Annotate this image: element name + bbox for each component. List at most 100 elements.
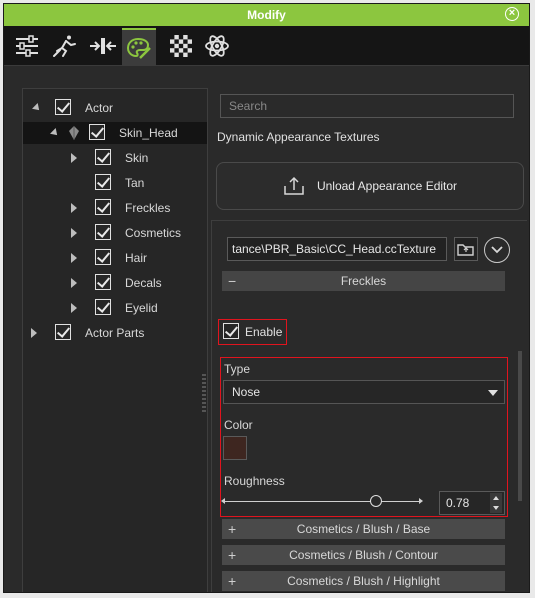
tree-item-label: Tan [125, 176, 145, 190]
expand-arrow-icon[interactable] [71, 228, 77, 238]
appearance-panel: Search Dynamic Appearance Textures Unloa… [209, 82, 527, 592]
tree-item-label: Hair [125, 251, 148, 265]
type-select[interactable]: Nose [223, 380, 505, 404]
roughness-slider-thumb[interactable] [370, 495, 383, 507]
appearance-tab[interactable] [122, 28, 156, 66]
tree-item-label: Decals [125, 276, 162, 290]
upload-icon [284, 176, 304, 195]
tree-item-actor-parts[interactable]: Actor Parts [23, 322, 207, 344]
align-arrows-icon [90, 38, 116, 54]
group-header[interactable]: + Cosmetics / Blush / Highlight [222, 571, 505, 591]
scene-tree: Actor Skin_Head Skin Tan Freckles Cosmet… [22, 88, 208, 592]
increment-icon[interactable] [490, 493, 502, 503]
group-title: Cosmetics / Blush / Highlight [287, 574, 440, 588]
motion-tab[interactable] [48, 30, 82, 62]
tree-item-label: Cosmetics [125, 226, 182, 240]
toolbar [4, 26, 529, 66]
window-title: Modify [247, 8, 286, 22]
section-title: Dynamic Appearance Textures [217, 130, 380, 144]
tan-checkbox[interactable] [95, 174, 111, 190]
group-title: Freckles [340, 274, 387, 288]
color-swatch[interactable] [223, 436, 247, 460]
align-tab[interactable] [86, 30, 120, 62]
color-label: Color [224, 418, 253, 432]
collapse-arrow-icon[interactable] [50, 128, 60, 138]
tree-item-hair[interactable]: Hair [23, 247, 207, 269]
roughness-spinbox[interactable]: 0.78 [439, 491, 505, 515]
skin-head-checkbox[interactable] [89, 124, 105, 140]
hair-checkbox[interactable] [95, 249, 111, 265]
collapse-icon: − [228, 273, 237, 289]
group-header[interactable]: + Cosmetics / Blush / Base [222, 519, 505, 539]
skin-checkbox[interactable] [95, 149, 111, 165]
expand-plus-icon: + [228, 573, 237, 589]
expand-arrow-icon[interactable] [71, 203, 77, 213]
close-icon[interactable]: × [505, 7, 519, 21]
tree-item-label: Eyelid [125, 301, 158, 315]
type-label: Type [224, 362, 251, 376]
motion-figure-icon [53, 35, 76, 57]
expand-arrow-icon[interactable] [31, 328, 37, 338]
material-icon [69, 126, 79, 140]
freckles-group-header[interactable]: − Freckles [222, 271, 505, 291]
tree-item-skin[interactable]: Skin [23, 147, 207, 169]
eyelid-checkbox[interactable] [95, 299, 111, 315]
browse-button[interactable] [454, 237, 478, 261]
expand-plus-icon: + [228, 547, 237, 563]
tree-item-label: Actor [85, 101, 114, 115]
tree-item-label: Skin [125, 151, 149, 165]
unload-appearance-editor-button[interactable]: Unload Appearance Editor [216, 162, 524, 210]
chevron-down-icon [491, 246, 503, 254]
expand-arrow-icon[interactable] [71, 253, 77, 263]
tree-item-decals[interactable]: Decals [23, 272, 207, 294]
collapse-arrow-icon[interactable] [32, 103, 42, 113]
decals-checkbox[interactable] [95, 274, 111, 290]
expand-plus-icon: + [228, 521, 237, 537]
roughness-slider-track[interactable] [221, 498, 423, 504]
atom-icon [205, 35, 229, 57]
actor-parts-checkbox[interactable] [55, 324, 71, 340]
tree-item-eyelid[interactable]: Eyelid [23, 297, 207, 319]
expand-arrow-icon[interactable] [71, 303, 77, 313]
tree-item-cosmetics[interactable]: Cosmetics [23, 222, 207, 244]
freckles-checkbox[interactable] [95, 199, 111, 215]
group-header[interactable]: + Cosmetics / Blush / Contour [222, 545, 505, 565]
unload-label: Unload Appearance Editor [316, 179, 458, 193]
modify-window: Modify × Actor Skin_Head Skin Tan Freckl… [3, 3, 530, 593]
panel-splitter[interactable] [202, 374, 206, 414]
roughness-label: Roughness [224, 474, 285, 488]
decrement-icon[interactable] [490, 503, 502, 513]
texture-tab[interactable] [164, 30, 198, 62]
roughness-value: 0.78 [446, 496, 470, 510]
sliders-icon [16, 35, 38, 57]
cosmetics-checkbox[interactable] [95, 224, 111, 240]
tree-item-label: Skin_Head [119, 126, 178, 140]
group-title: Cosmetics / Blush / Base [296, 522, 431, 536]
scrollbar[interactable] [518, 351, 522, 501]
type-value: Nose [232, 385, 261, 399]
freckles-properties: Type Nose Color Roughness 0.78 [220, 357, 508, 517]
tree-item-freckles[interactable]: Freckles [23, 197, 207, 219]
group-title: Cosmetics / Blush / Contour [289, 548, 438, 562]
physics-tab[interactable] [200, 30, 234, 62]
expand-arrow-icon[interactable] [71, 153, 77, 163]
chevron-down-icon [488, 390, 498, 396]
tree-item-label: Freckles [125, 201, 171, 215]
palette-icon [126, 37, 151, 59]
expand-arrow-icon[interactable] [71, 278, 77, 288]
tree-item-tan[interactable]: Tan [23, 172, 207, 194]
texture-path-field[interactable]: tance\PBR_Basic\CC_Head.ccTexture [227, 237, 447, 261]
actor-checkbox[interactable] [55, 99, 71, 115]
checker-texture-icon [170, 35, 192, 57]
expand-options-button[interactable] [484, 237, 510, 263]
tree-item-skin-head[interactable]: Skin_Head [23, 122, 207, 144]
search-input[interactable]: Search [220, 94, 514, 118]
title-bar: Modify × [4, 4, 529, 26]
folder-open-icon [457, 244, 474, 256]
sliders-tab[interactable] [10, 30, 44, 62]
tree-item-actor[interactable]: Actor [23, 97, 207, 119]
texture-subpanel: tance\PBR_Basic\CC_Head.ccTexture − Frec… [211, 220, 527, 592]
enable-label: Enable [245, 325, 283, 339]
tree-item-label: Actor Parts [85, 326, 145, 340]
enable-checkbox[interactable] [223, 323, 239, 339]
